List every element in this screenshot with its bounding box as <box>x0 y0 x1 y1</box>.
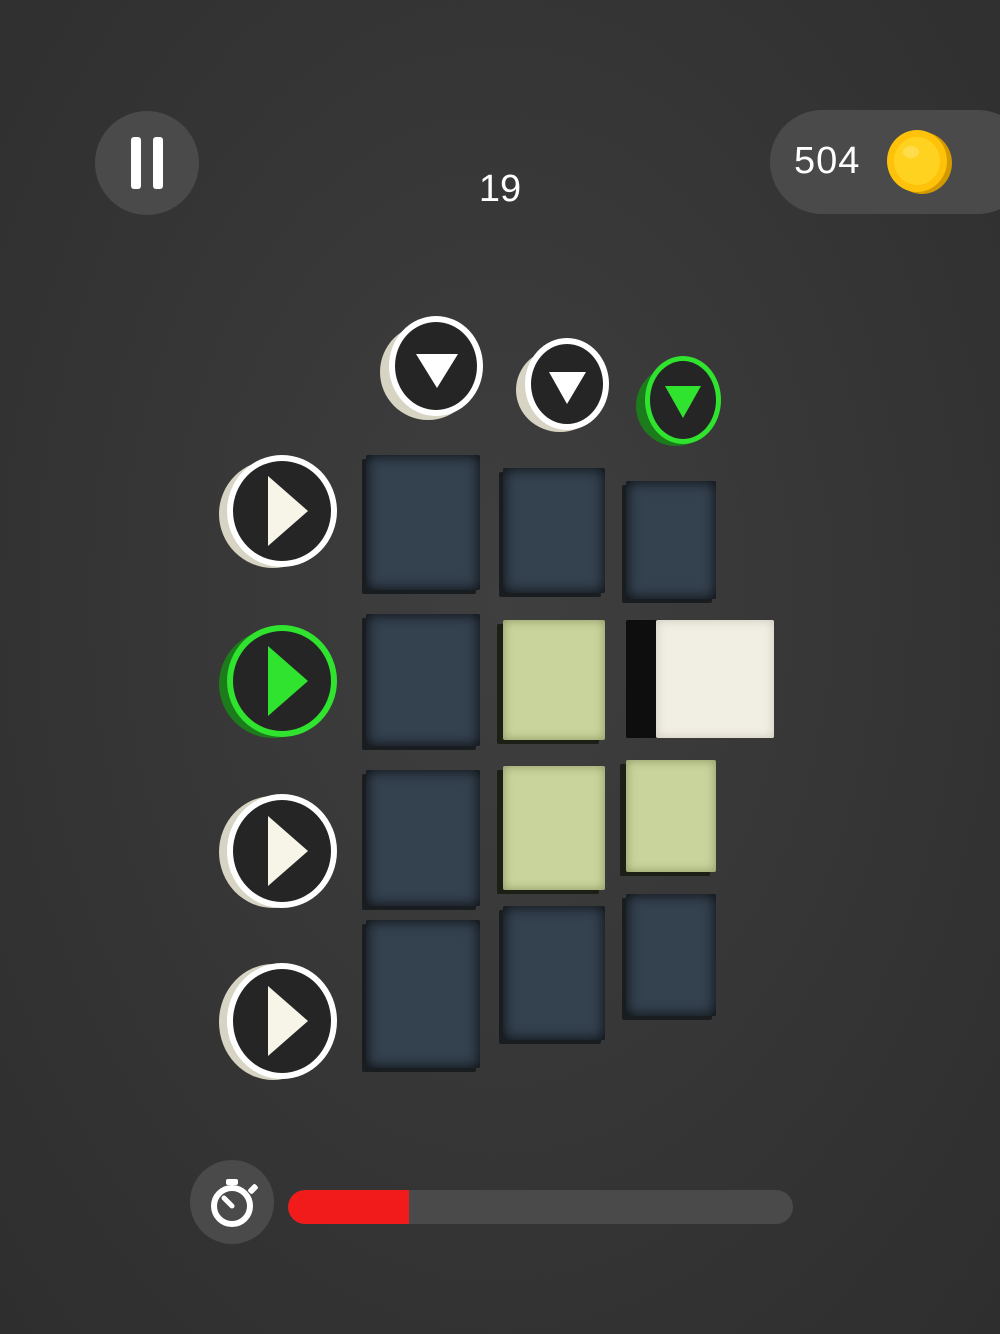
play-down-icon <box>636 356 721 446</box>
coin-counter: 504 <box>770 110 1000 214</box>
play-right-icon <box>219 625 337 738</box>
play-down-icon <box>380 316 483 420</box>
grid-tile <box>366 455 480 590</box>
grid-tile <box>503 766 605 890</box>
play-right-icon <box>219 794 337 908</box>
grid-tile <box>366 770 480 906</box>
timer-bar-fill <box>288 1190 410 1224</box>
grid-tile <box>366 614 480 746</box>
grid-tile <box>503 906 605 1040</box>
coin-icon <box>887 130 952 194</box>
row-button-2[interactable] <box>218 622 340 740</box>
play-down-icon <box>516 338 609 432</box>
timer-button <box>190 1160 274 1244</box>
timer-bar <box>288 1190 793 1224</box>
column-button-3[interactable] <box>634 352 724 448</box>
grid-tile <box>626 894 716 1016</box>
grid-tile <box>503 620 605 740</box>
grid-tile <box>366 920 480 1068</box>
row-button-3[interactable] <box>218 790 340 910</box>
grid-tile <box>626 481 716 599</box>
grid-tile <box>626 760 716 872</box>
column-button-1[interactable] <box>378 310 484 420</box>
row-button-1[interactable] <box>218 454 340 570</box>
row-button-4[interactable] <box>218 958 340 1082</box>
play-right-icon <box>219 963 337 1080</box>
grid-tile <box>656 620 774 738</box>
grid-tile <box>503 468 605 593</box>
stopwatch-icon <box>211 1179 258 1227</box>
column-button-2[interactable] <box>514 332 610 432</box>
coin-count: 504 <box>794 140 861 182</box>
play-right-icon <box>219 455 337 568</box>
